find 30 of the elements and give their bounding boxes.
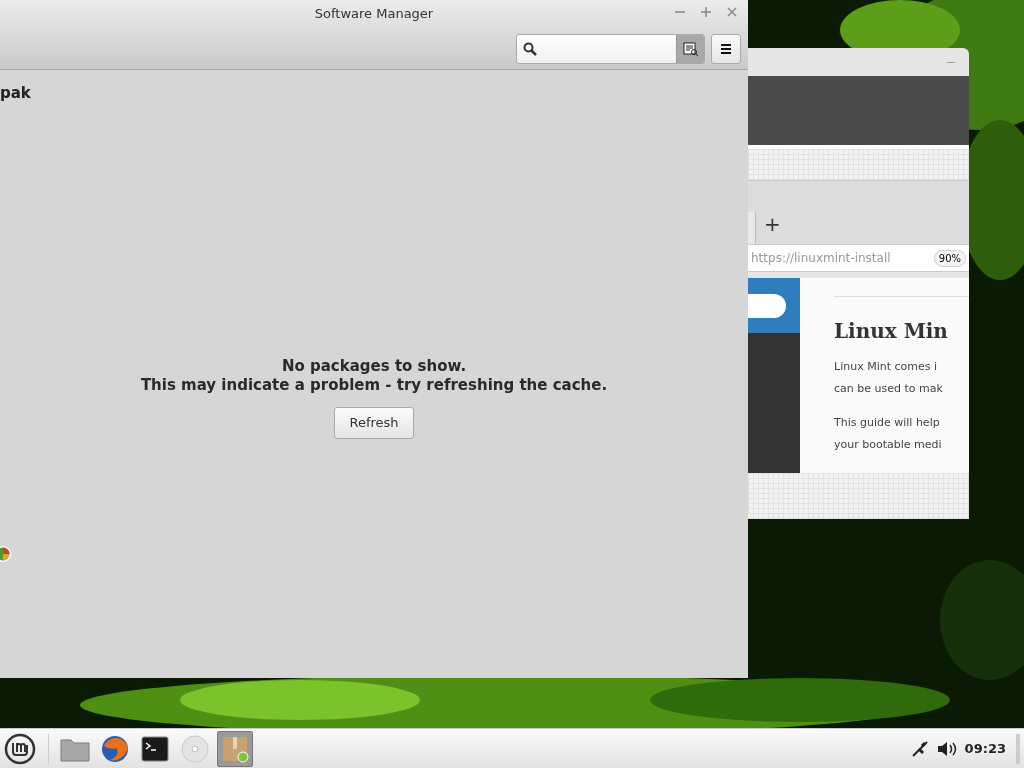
status-message: No packages to show.: [281, 357, 467, 376]
page-heading: Linux Min: [834, 319, 949, 344]
disc-icon: [181, 734, 209, 763]
globe-icon: [100, 733, 130, 764]
maximize-icon[interactable]: [700, 4, 712, 20]
clock[interactable]: 09:23: [964, 738, 1006, 759]
section-heading: pak: [0, 83, 31, 104]
search-field[interactable]: [516, 33, 705, 64]
status-message: This may indicate a problem - try refreshing the cache.: [140, 376, 608, 395]
window-title: Software Manager: [314, 5, 434, 24]
paragraph: Linux Mint comes i can be used to mak: [834, 359, 944, 397]
url-text: https://linuxmint-install: [751, 250, 892, 267]
zoom-badge[interactable]: 90%: [933, 249, 966, 267]
document-search-icon: [682, 41, 699, 56]
refresh-button[interactable]: Refresh: [334, 407, 414, 439]
paragraph: This guide will help your bootable medi: [834, 415, 943, 453]
terminal-icon: [141, 735, 169, 762]
minimize-icon[interactable]: [947, 61, 955, 63]
address-bar[interactable]: https://linuxmint-install 90%: [748, 244, 969, 272]
search-pill[interactable]: [748, 293, 786, 318]
new-tab-button[interactable]: +: [764, 214, 781, 234]
package-icon: [221, 734, 249, 763]
search-icon: [523, 41, 537, 56]
app-icon: [0, 545, 12, 563]
menu-icon: [720, 43, 732, 54]
volume-icon[interactable]: [936, 740, 957, 757]
menu-logo-icon[interactable]: [4, 732, 36, 765]
network-icon[interactable]: [910, 739, 929, 758]
menu-button[interactable]: [711, 33, 741, 64]
search-details-button[interactable]: [676, 34, 704, 63]
